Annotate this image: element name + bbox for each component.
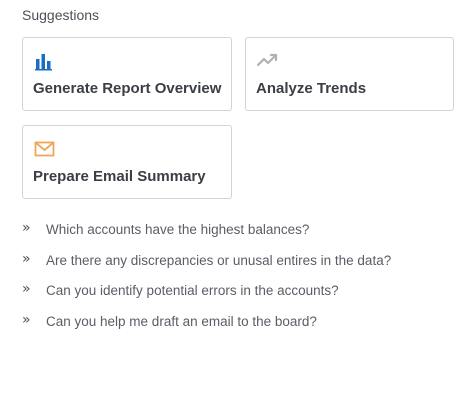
analyze-trends-button[interactable]: Analyze Trends [245, 37, 454, 111]
question-text: Can you help me draft an email to the bo… [46, 313, 317, 329]
card-label: Analyze Trends [256, 80, 367, 97]
suggested-questions-list: » Which accounts have the highest balanc… [22, 220, 452, 342]
generate-report-overview-button[interactable]: Generate Report Overview [22, 37, 232, 111]
card-label: Prepare Email Summary [33, 168, 206, 185]
suggested-question-item[interactable]: » Can you identify potential errors in t… [22, 281, 452, 312]
prepare-email-summary-button[interactable]: Prepare Email Summary [22, 125, 232, 199]
question-text: Are there any discrepancies or unusal en… [46, 252, 392, 268]
double-chevron-right-icon: » [22, 311, 31, 328]
envelope-icon [34, 139, 56, 159]
suggestions-heading: Suggestions [22, 7, 100, 23]
question-text: Which accounts have the highest balances… [46, 222, 310, 237]
bar-chart-icon [34, 51, 56, 71]
double-chevron-right-icon: » [22, 220, 31, 236]
card-label: Generate Report Overview [33, 80, 222, 97]
suggested-question-item[interactable]: » Which accounts have the highest balanc… [22, 220, 452, 251]
suggested-question-item[interactable]: » Are there any discrepancies or unusal … [22, 251, 452, 282]
double-chevron-right-icon: » [22, 281, 31, 297]
suggested-question-item[interactable]: » Can you help me draft an email to the … [22, 312, 452, 343]
question-text: Can you identify potential errors in the… [46, 283, 339, 298]
trend-up-icon [256, 51, 279, 71]
double-chevron-right-icon: » [22, 250, 31, 267]
